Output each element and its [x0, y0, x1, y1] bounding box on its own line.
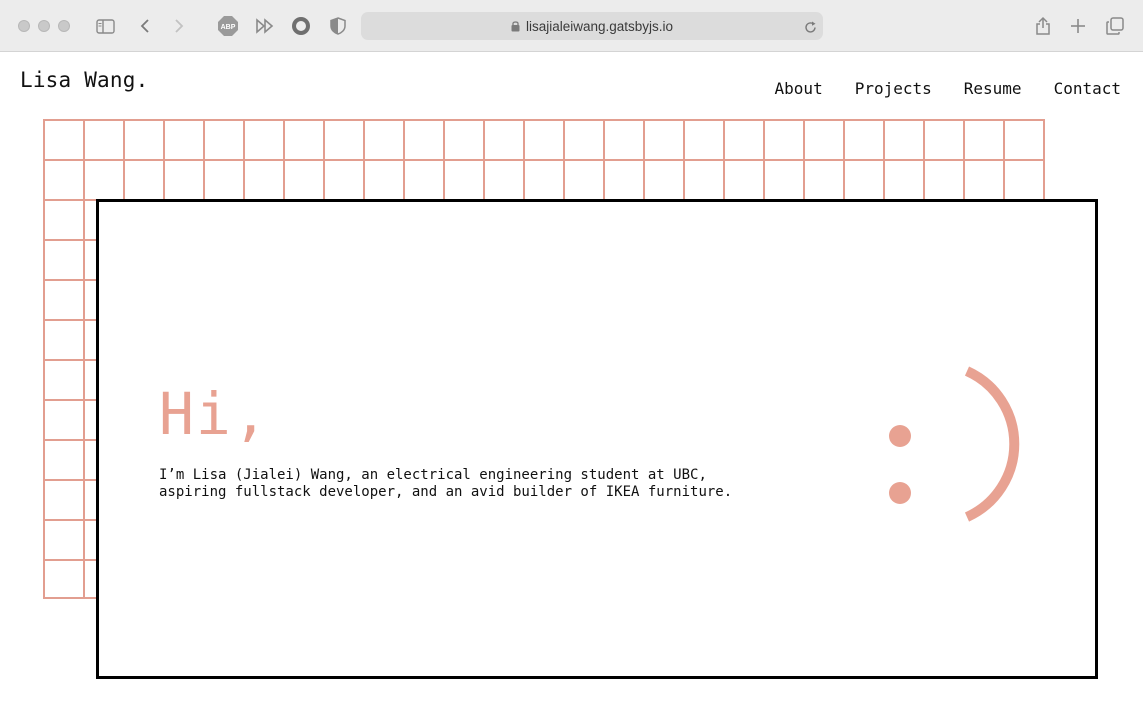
hero-card: Hi, I’m Lisa (Jialei) Wang, an electrica…	[96, 199, 1098, 679]
nav-projects[interactable]: Projects	[855, 79, 932, 98]
reload-icon[interactable]	[804, 19, 817, 38]
nav-about[interactable]: About	[775, 79, 823, 98]
address-bar[interactable]: lisajialeiwang.gatsbyjs.io	[361, 12, 823, 40]
svg-text:ABP: ABP	[221, 24, 236, 31]
tabs-overview-icon[interactable]	[1104, 14, 1126, 38]
fast-forward-icon[interactable]	[254, 14, 276, 38]
intro-text: I’m Lisa (Jialei) Wang, an electrical en…	[159, 467, 733, 500]
url-text: lisajialeiwang.gatsbyjs.io	[525, 18, 674, 34]
adblock-icon[interactable]: ABP	[217, 14, 239, 38]
browser-toolbar: ABP lisajialeiwang.gatsbyjs.io	[0, 0, 1143, 52]
share-icon[interactable]	[1033, 14, 1053, 38]
minimize-window-button[interactable]	[38, 20, 50, 32]
privacy-shield-icon[interactable]	[329, 14, 347, 38]
sidebar-icon[interactable]	[95, 14, 115, 38]
zoom-window-button[interactable]	[58, 20, 70, 32]
main-nav: About Projects Resume Contact	[775, 79, 1121, 98]
smiley-face-icon	[889, 366, 1020, 522]
forward-icon[interactable]	[171, 14, 187, 38]
nav-contact[interactable]: Contact	[1054, 79, 1121, 98]
new-tab-icon[interactable]	[1068, 14, 1088, 38]
greeting-heading: Hi,	[159, 380, 270, 448]
record-icon[interactable]	[290, 14, 312, 38]
nav-resume[interactable]: Resume	[964, 79, 1022, 98]
lock-icon	[511, 20, 520, 32]
close-window-button[interactable]	[18, 20, 30, 32]
back-icon[interactable]	[137, 14, 153, 38]
site-logo[interactable]: Lisa Wang.	[20, 68, 148, 92]
